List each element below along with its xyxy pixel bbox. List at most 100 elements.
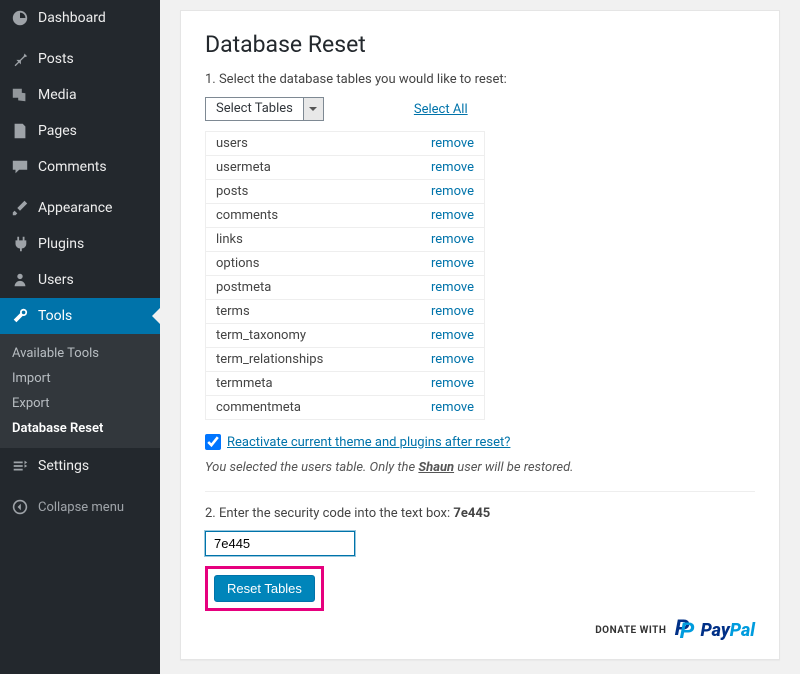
table-row: options remove bbox=[206, 252, 484, 276]
collapse-label: Collapse menu bbox=[38, 500, 124, 515]
notice-post: user will be restored. bbox=[454, 460, 573, 475]
remove-link[interactable]: remove bbox=[431, 280, 474, 295]
collapse-icon bbox=[10, 497, 30, 517]
table-row: commentmeta remove bbox=[206, 396, 484, 419]
sidebar-label: Settings bbox=[38, 458, 89, 474]
select-tables-row: Select Tables Select All bbox=[205, 97, 755, 121]
sidebar-label: Pages bbox=[38, 123, 77, 139]
table-row: comments remove bbox=[206, 204, 484, 228]
table-row: users remove bbox=[206, 132, 484, 156]
paypal-pay: Pay bbox=[700, 620, 729, 641]
plug-icon bbox=[10, 234, 30, 254]
donate-row: DONATE WITH PP PayPal bbox=[205, 619, 755, 641]
paypal-link[interactable]: PP PayPal bbox=[674, 619, 755, 641]
divider bbox=[205, 491, 755, 492]
security-code-input[interactable] bbox=[205, 531, 355, 556]
sidebar-item-appearance[interactable]: Appearance bbox=[0, 190, 160, 226]
table-name: postmeta bbox=[216, 280, 271, 295]
sidebar-submenu-tools: Available Tools Import Export Database R… bbox=[0, 334, 160, 448]
sidebar-item-settings[interactable]: Settings bbox=[0, 448, 160, 484]
sidebar-item-tools[interactable]: Tools bbox=[0, 298, 160, 334]
remove-link[interactable]: remove bbox=[431, 304, 474, 319]
sidebar-item-users[interactable]: Users bbox=[0, 262, 160, 298]
table-name: termmeta bbox=[216, 376, 273, 391]
step1-label: 1. Select the database tables you would … bbox=[205, 72, 755, 87]
table-row: links remove bbox=[206, 228, 484, 252]
reset-tables-button[interactable]: Reset Tables bbox=[214, 575, 315, 602]
table-name: users bbox=[216, 136, 248, 151]
remove-link[interactable]: remove bbox=[431, 184, 474, 199]
remove-link[interactable]: remove bbox=[431, 376, 474, 391]
submenu-import[interactable]: Import bbox=[0, 366, 160, 391]
table-row: term_relationships remove bbox=[206, 348, 484, 372]
step2-label: 2. Enter the security code into the text… bbox=[205, 506, 755, 521]
security-code: 7e445 bbox=[453, 506, 490, 521]
notice-username: Shaun bbox=[418, 460, 454, 475]
reactivate-checkbox[interactable] bbox=[205, 434, 221, 450]
table-name: usermeta bbox=[216, 160, 271, 175]
remove-link[interactable]: remove bbox=[431, 352, 474, 367]
page-title: Database Reset bbox=[205, 31, 755, 58]
table-row: postmeta remove bbox=[206, 276, 484, 300]
step2-pre: 2. Enter the security code into the text… bbox=[205, 506, 453, 521]
selected-tables-list: usersremoveusermetaremovepostsremovecomm… bbox=[205, 131, 485, 420]
users-icon bbox=[10, 270, 30, 290]
reactivate-row: Reactivate current theme and plugins aft… bbox=[205, 434, 755, 450]
remove-link[interactable]: remove bbox=[431, 232, 474, 247]
remove-link[interactable]: remove bbox=[431, 400, 474, 415]
collapse-menu-button[interactable]: Collapse menu bbox=[0, 489, 160, 525]
table-row: term_taxonomy remove bbox=[206, 324, 484, 348]
remove-link[interactable]: remove bbox=[431, 160, 474, 175]
table-row: usermeta remove bbox=[206, 156, 484, 180]
tables-select[interactable]: Select Tables bbox=[205, 97, 324, 121]
submenu-export[interactable]: Export bbox=[0, 391, 160, 416]
sidebar-label: Posts bbox=[38, 51, 74, 67]
paypal-pal: Pal bbox=[730, 620, 755, 641]
sidebar-label: Media bbox=[38, 87, 77, 103]
select-label: Select Tables bbox=[206, 98, 303, 120]
remove-link[interactable]: remove bbox=[431, 136, 474, 151]
sidebar-item-plugins[interactable]: Plugins bbox=[0, 226, 160, 262]
admin-sidebar: Dashboard Posts Media Pages Comments App… bbox=[0, 0, 160, 674]
content-panel: Database Reset 1. Select the database ta… bbox=[180, 10, 780, 660]
table-row: terms remove bbox=[206, 300, 484, 324]
table-name: links bbox=[216, 232, 243, 247]
sidebar-item-posts[interactable]: Posts bbox=[0, 41, 160, 77]
sidebar-label: Appearance bbox=[38, 200, 112, 216]
remove-link[interactable]: remove bbox=[431, 208, 474, 223]
table-row: termmeta remove bbox=[206, 372, 484, 396]
brush-icon bbox=[10, 198, 30, 218]
table-name: options bbox=[216, 256, 259, 271]
table-row: posts remove bbox=[206, 180, 484, 204]
comment-icon bbox=[10, 157, 30, 177]
table-name: posts bbox=[216, 184, 248, 199]
donate-label: DONATE WITH bbox=[595, 625, 666, 636]
remove-link[interactable]: remove bbox=[431, 256, 474, 271]
table-name: commentmeta bbox=[216, 400, 301, 415]
select-all-link[interactable]: Select All bbox=[414, 102, 468, 117]
sidebar-item-dashboard[interactable]: Dashboard bbox=[0, 0, 160, 36]
settings-icon bbox=[10, 456, 30, 476]
table-name: terms bbox=[216, 304, 250, 319]
reset-highlight: Reset Tables bbox=[205, 566, 324, 611]
users-notice: You selected the users table. Only the S… bbox=[205, 460, 755, 475]
media-icon bbox=[10, 85, 30, 105]
submenu-available-tools[interactable]: Available Tools bbox=[0, 341, 160, 366]
remove-link[interactable]: remove bbox=[431, 328, 474, 343]
chevron-down-icon bbox=[303, 98, 323, 120]
submenu-database-reset[interactable]: Database Reset bbox=[0, 416, 160, 441]
sidebar-label: Tools bbox=[38, 308, 72, 324]
wrench-icon bbox=[10, 306, 30, 326]
sidebar-item-comments[interactable]: Comments bbox=[0, 149, 160, 185]
pin-icon bbox=[10, 49, 30, 69]
table-name: comments bbox=[216, 208, 278, 223]
table-name: term_taxonomy bbox=[216, 328, 306, 343]
main-content: Database Reset 1. Select the database ta… bbox=[160, 0, 800, 674]
sidebar-item-pages[interactable]: Pages bbox=[0, 113, 160, 149]
sidebar-label: Comments bbox=[38, 159, 107, 175]
reactivate-label[interactable]: Reactivate current theme and plugins aft… bbox=[227, 435, 510, 450]
notice-pre: You selected the users table. Only the bbox=[205, 460, 418, 475]
sidebar-item-media[interactable]: Media bbox=[0, 77, 160, 113]
table-name: term_relationships bbox=[216, 352, 323, 367]
dashboard-icon bbox=[10, 8, 30, 28]
